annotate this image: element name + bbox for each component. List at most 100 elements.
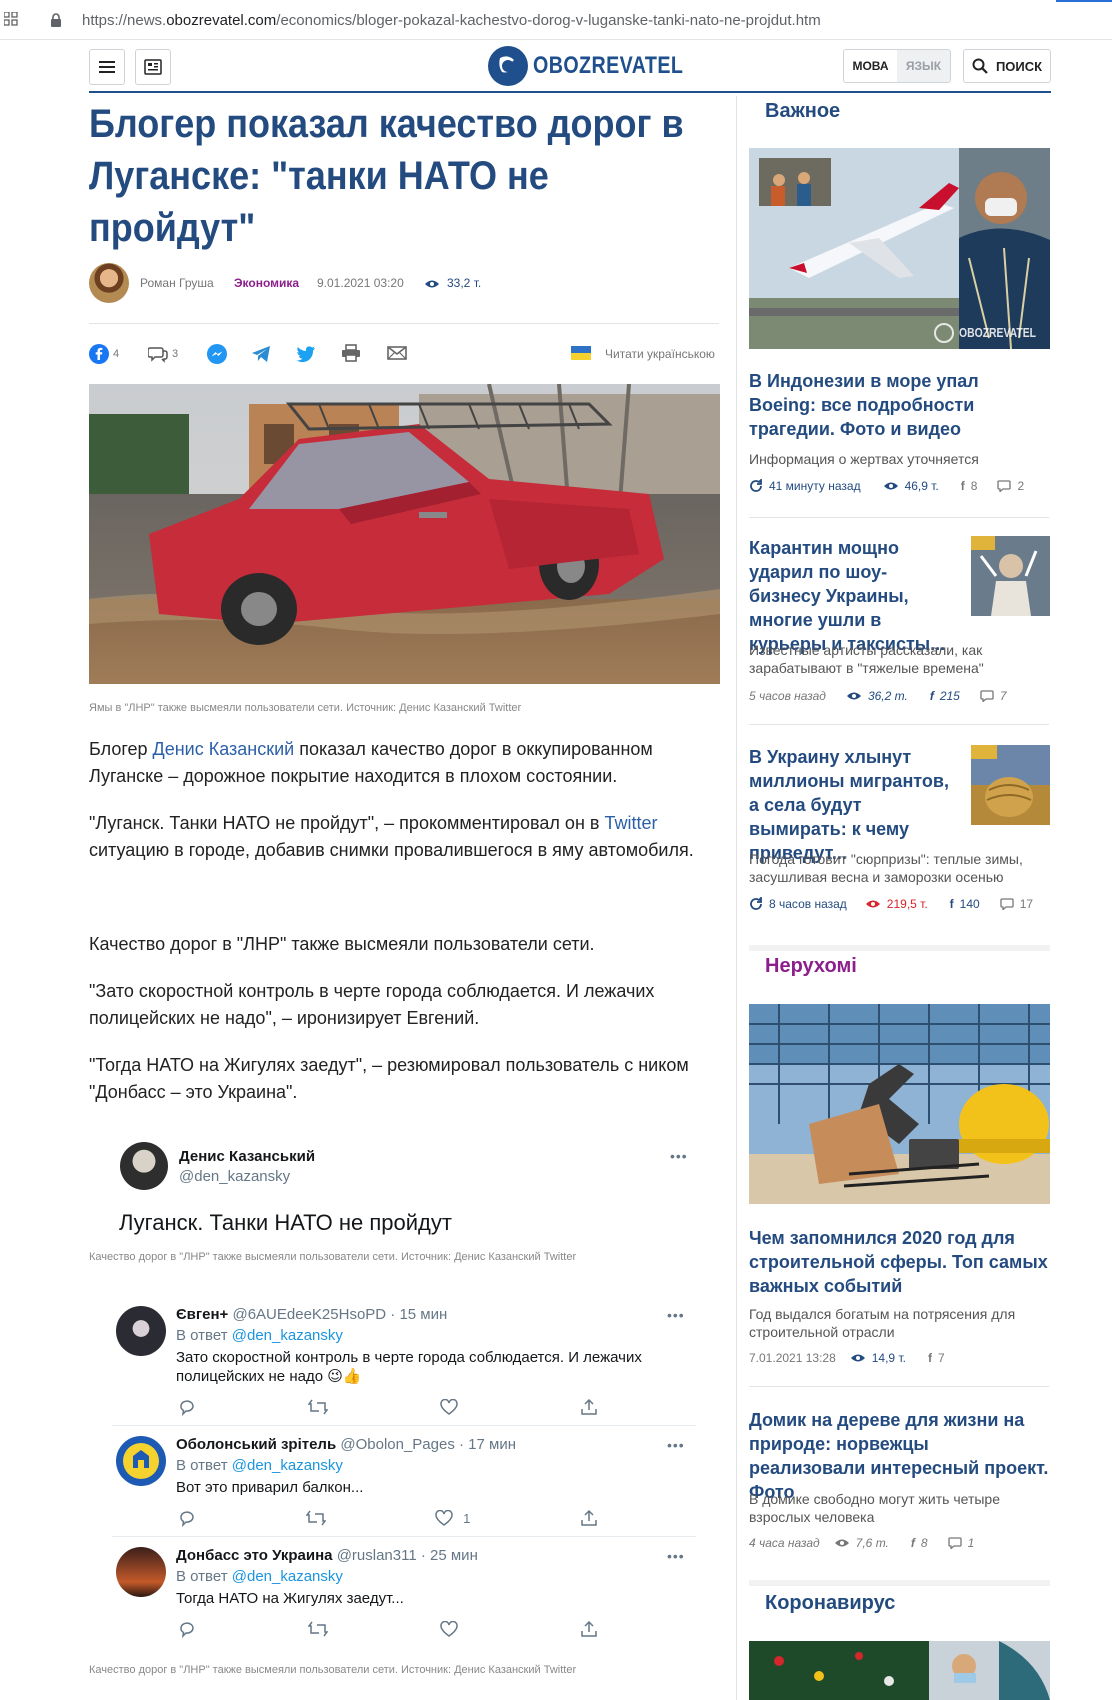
reply-author[interactable]: Євген+ @6AUEdeeK25HsoPD · 15 мин — [176, 1306, 447, 1323]
reply-more-icon[interactable]: ••• — [667, 1437, 685, 1453]
lang-ru-button[interactable]: ЯЗЫК — [897, 50, 950, 82]
reply-more-icon[interactable]: ••• — [667, 1548, 685, 1564]
news-time: 41 минуту назад — [769, 479, 861, 493]
lang-ua-button[interactable]: МОВА — [844, 50, 897, 82]
search-icon — [972, 58, 988, 74]
like-action[interactable]: 1 — [435, 1510, 470, 1526]
reply-divider — [112, 1536, 696, 1537]
reply-avatar[interactable] — [116, 1306, 166, 1356]
section-title-coronavirus[interactable]: Коронавирус — [765, 1592, 895, 1615]
reply-avatar[interactable] — [116, 1547, 166, 1597]
news-thumbnail[interactable] — [971, 536, 1050, 616]
apps-grid-icon[interactable] — [4, 12, 18, 26]
reply-to-link[interactable]: @den_kazansky — [232, 1457, 343, 1474]
news-description: Год выдался богатым на потрясения для ст… — [749, 1306, 1016, 1340]
news-title[interactable]: В Украину хлынут миллионы мигрантов, а с… — [749, 745, 954, 865]
section-title-realty[interactable]: Нерухомі — [765, 955, 857, 978]
comments-count: 3 — [172, 348, 179, 360]
reply-action[interactable] — [178, 1620, 196, 1638]
replies-caption: Качество дорог в "ЛНР" также высмеяли по… — [89, 1664, 577, 1676]
reply-to: В ответ @den_kazansky — [176, 1457, 343, 1474]
comments-small-icon — [997, 480, 1012, 492]
news-title[interactable]: В Индонезии в море упал Boeing: все подр… — [749, 369, 1049, 441]
like-count: 1 — [463, 1510, 471, 1526]
reply-author[interactable]: Оболонський зрітель @Obolon_Pages · 17 м… — [176, 1436, 516, 1453]
views-eye-icon — [846, 692, 861, 700]
section-spacer — [749, 945, 1050, 951]
retweet-action[interactable] — [308, 1620, 328, 1638]
email-icon[interactable] — [387, 346, 407, 360]
site-logo[interactable]: OBOZREVATEL — [488, 44, 716, 88]
facebook-small-icon: f — [949, 897, 954, 911]
read-ukrainian-link[interactable]: Читати українською — [605, 347, 715, 361]
twitter-share-icon[interactable] — [296, 345, 316, 363]
messenger-icon[interactable] — [207, 344, 227, 364]
ukraine-flag-icon — [571, 346, 591, 360]
reply-author[interactable]: Донбасс это Украина @ruslan311 · 25 мин — [176, 1547, 478, 1564]
reply-action[interactable] — [178, 1398, 196, 1416]
news-comments-count: 2 — [1017, 479, 1025, 493]
comments-link[interactable]: 3 — [148, 343, 178, 365]
news-title[interactable]: Чем запомнился 2020 год для строительной… — [749, 1226, 1049, 1298]
news-meta: 4 часа назад 7,6 т. f 8 1 — [749, 1536, 974, 1550]
share-action[interactable] — [580, 1398, 598, 1416]
refresh-icon — [750, 479, 762, 492]
author-avatar[interactable] — [89, 263, 129, 303]
twitter-link[interactable]: Twitter — [604, 813, 657, 833]
news-thumbnail[interactable] — [971, 745, 1050, 825]
news-fb-count: 7 — [937, 1351, 945, 1365]
share-action[interactable] — [580, 1509, 598, 1527]
news-description: В домике свободно могут жить четыре взро… — [749, 1491, 1000, 1525]
retweet-action[interactable] — [305, 1509, 326, 1527]
reply-icon — [180, 1400, 194, 1416]
tweet-author-handle[interactable]: @den_kazansky — [179, 1168, 290, 1185]
section-title-important[interactable]: Важное — [765, 100, 840, 123]
views-eye-icon — [883, 482, 898, 490]
reply-avatar[interactable] — [116, 1436, 166, 1486]
realty-photo[interactable] — [749, 1004, 1050, 1204]
reply-icon — [180, 1622, 194, 1638]
news-meta: 8 часов назад 219,5 т. f 140 17 — [749, 897, 1033, 911]
view-count: 33,2 т. — [447, 276, 482, 290]
tweet-author-avatar[interactable] — [120, 1142, 168, 1190]
tweet-more-icon[interactable]: ••• — [670, 1148, 688, 1164]
reply-to-link[interactable]: @den_kazansky — [232, 1327, 343, 1344]
featured-photo[interactable]: OBOZREVATEL — [749, 148, 1050, 349]
print-icon[interactable] — [341, 344, 361, 362]
author-name[interactable]: Роман Груша — [140, 276, 214, 290]
comments-small-icon — [980, 690, 994, 702]
facebook-small-icon: f — [910, 1536, 915, 1550]
reply-more-icon[interactable]: ••• — [667, 1307, 685, 1323]
like-action[interactable] — [440, 1621, 468, 1637]
news-time: 4 часа назад — [749, 1536, 820, 1550]
reply-actions — [178, 1396, 598, 1418]
article-paragraph-2: "Луганск. Танки НАТО не пройдут", – прок… — [89, 813, 694, 860]
news-time: 8 часов назад — [769, 897, 847, 911]
like-action[interactable] — [440, 1399, 468, 1415]
heart-icon — [435, 1510, 453, 1526]
news-description: Погода готовит "сюрпризы": теплые зимы, … — [749, 851, 1023, 885]
reply-to-link[interactable]: @den_kazansky — [232, 1568, 343, 1585]
news-divider — [749, 724, 1049, 725]
address-url[interactable]: https://news.obozrevatel.com/economics/b… — [82, 12, 821, 29]
reply-action[interactable] — [178, 1509, 196, 1527]
reply-to: В ответ @den_kazansky — [176, 1568, 343, 1585]
tweet-author-name[interactable]: Денис Казанський — [179, 1148, 315, 1165]
share-action[interactable] — [580, 1620, 598, 1638]
telegram-icon[interactable] — [251, 345, 271, 363]
facebook-icon — [89, 344, 109, 364]
globe-logo-icon — [488, 46, 528, 86]
reply-icon — [180, 1511, 194, 1527]
category-link[interactable]: Экономика — [234, 276, 299, 290]
language-switcher[interactable]: МОВА ЯЗЫК — [843, 49, 951, 83]
blogger-link[interactable]: Денис Казанский — [153, 739, 295, 759]
search-button[interactable]: ПОИСК — [963, 49, 1051, 83]
coronavirus-photo[interactable] — [749, 1641, 1050, 1700]
news-feed-button[interactable] — [135, 49, 171, 85]
facebook-share[interactable]: 4 — [89, 343, 119, 365]
menu-button[interactable] — [89, 49, 125, 85]
news-title[interactable]: Карантин мощно ударил по шоу-бизнесу Укр… — [749, 536, 954, 656]
news-meta: 7.01.2021 13:28 14,9 т. f 7 — [749, 1351, 945, 1365]
retweet-action[interactable] — [308, 1398, 328, 1416]
article-paragraph-5: "Тогда НАТО на Жигулях заедут", – резюми… — [89, 1055, 689, 1102]
